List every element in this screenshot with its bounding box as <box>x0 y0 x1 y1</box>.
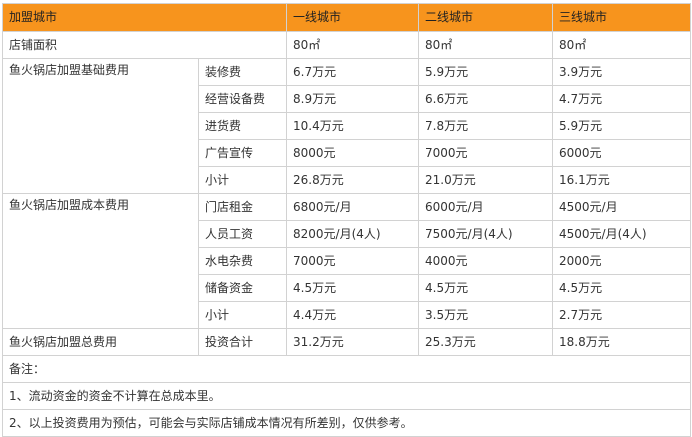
row-item-label: 广告宣传 <box>197 139 288 167</box>
franchise-fee-table: 加盟城市 一线城市 二线城市 三线城市 店铺面积 80㎡ 80㎡ 80㎡ 鱼火锅… <box>1 3 692 437</box>
cell-tier2: 5.9万元 <box>418 58 554 86</box>
basic-fee-group-text: 鱼火锅店加盟基础费用 <box>9 63 130 77</box>
total-tier2: 25.3万元 <box>418 328 554 356</box>
table-row: 鱼火锅店加盟基础费用 装修费 6.7万元 5.9万元 3.9万元 <box>2 58 692 194</box>
row-item-label: 经营设备费 <box>197 85 288 113</box>
cell-tier1: 7000元 <box>286 247 420 275</box>
row-item-label: 小计 <box>197 301 288 329</box>
cell-tier2: 7.8万元 <box>418 112 554 140</box>
cell-tier3: 4500元/月 <box>552 193 692 221</box>
row-item-label: 门店租金 <box>197 193 288 221</box>
cell-tier3: 3.9万元 <box>552 58 692 86</box>
table-header-row: 加盟城市 一线城市 二线城市 三线城市 <box>1 3 692 32</box>
table-row: 鱼火锅店加盟成本费用 门店租金 6800元/月 6000元/月 4500元/月 <box>2 193 692 329</box>
cell-tier3: 2.7万元 <box>552 301 692 329</box>
cost-fee-group-label: 鱼火锅店加盟成本费用 <box>2 193 199 329</box>
notes-row: 备注： <box>1 355 692 383</box>
cell-tier1: 8200元/月(4人) <box>286 220 420 248</box>
row-item-label: 装修费 <box>197 58 288 86</box>
header-tier2-city: 二线城市 <box>418 3 554 32</box>
header-tier3-city: 三线城市 <box>552 3 692 32</box>
cell-tier3: 4.5万元 <box>552 274 692 302</box>
basic-fee-group-label: 鱼火锅店加盟基础费用 <box>2 58 199 194</box>
cell-tier3: 5.9万元 <box>552 112 692 140</box>
cell-tier1: 10.4万元 <box>286 112 420 140</box>
cell-tier2: 4.5万元 <box>418 274 554 302</box>
cell-tier2: 7500元/月(4人) <box>418 220 554 248</box>
header-tier1-city: 一线城市 <box>286 3 420 32</box>
row-item-label: 进货费 <box>197 112 288 140</box>
row-item-label: 小计 <box>197 166 288 194</box>
area-value-tier2: 80㎡ <box>418 31 554 59</box>
cell-tier1: 4.4万元 <box>286 301 420 329</box>
total-tier1: 31.2万元 <box>286 328 420 356</box>
notes-row: 2、以上投资费用为预估，可能会与实际店铺成本情况有所差别，仅供参考。 <box>1 409 692 437</box>
cell-tier1: 6800元/月 <box>286 193 420 221</box>
cell-tier1: 8000元 <box>286 139 420 167</box>
notes-row: 1、流动资金的资金不计算在总成本里。 <box>1 382 692 410</box>
cell-tier2: 6.6万元 <box>418 85 554 113</box>
table-row-area: 店铺面积 80㎡ 80㎡ 80㎡ <box>1 31 692 59</box>
cell-tier1: 26.8万元 <box>286 166 420 194</box>
area-label: 店铺面积 <box>1 31 288 59</box>
row-item-label: 人员工资 <box>197 220 288 248</box>
cell-tier1: 6.7万元 <box>286 58 420 86</box>
cell-tier3: 2000元 <box>552 247 692 275</box>
area-value-tier1: 80㎡ <box>286 31 420 59</box>
cell-tier2: 3.5万元 <box>418 301 554 329</box>
row-item-label: 水电杂费 <box>197 247 288 275</box>
header-city-label: 加盟城市 <box>1 3 288 32</box>
total-fee-group-label: 鱼火锅店加盟总费用 <box>2 328 199 356</box>
notes-title: 备注： <box>1 355 692 383</box>
row-item-label: 储备资金 <box>197 274 288 302</box>
note-line-2: 2、以上投资费用为预估，可能会与实际店铺成本情况有所差别，仅供参考。 <box>1 409 692 437</box>
cell-tier1: 4.5万元 <box>286 274 420 302</box>
cell-tier2: 4000元 <box>418 247 554 275</box>
cell-tier3: 4500元/月(4人) <box>552 220 692 248</box>
cell-tier2: 6000元/月 <box>418 193 554 221</box>
cell-tier1: 8.9万元 <box>286 85 420 113</box>
cell-tier2: 7000元 <box>418 139 554 167</box>
total-tier3: 18.8万元 <box>552 328 692 356</box>
cell-tier2: 21.0万元 <box>418 166 554 194</box>
cell-tier3: 4.7万元 <box>552 85 692 113</box>
cell-tier3: 6000元 <box>552 139 692 167</box>
cost-fee-group-text: 鱼火锅店加盟成本费用 <box>9 198 130 212</box>
area-value-tier3: 80㎡ <box>552 31 692 59</box>
row-item-label: 投资合计 <box>197 328 288 356</box>
fee-table-container: 加盟城市 一线城市 二线城市 三线城市 店铺面积 80㎡ 80㎡ 80㎡ 鱼火锅… <box>0 3 692 437</box>
table-row-total: 鱼火锅店加盟总费用 投资合计 31.2万元 25.3万元 18.8万元 <box>2 328 692 356</box>
note-line-1: 1、流动资金的资金不计算在总成本里。 <box>1 382 692 410</box>
cell-tier3: 16.1万元 <box>552 166 692 194</box>
